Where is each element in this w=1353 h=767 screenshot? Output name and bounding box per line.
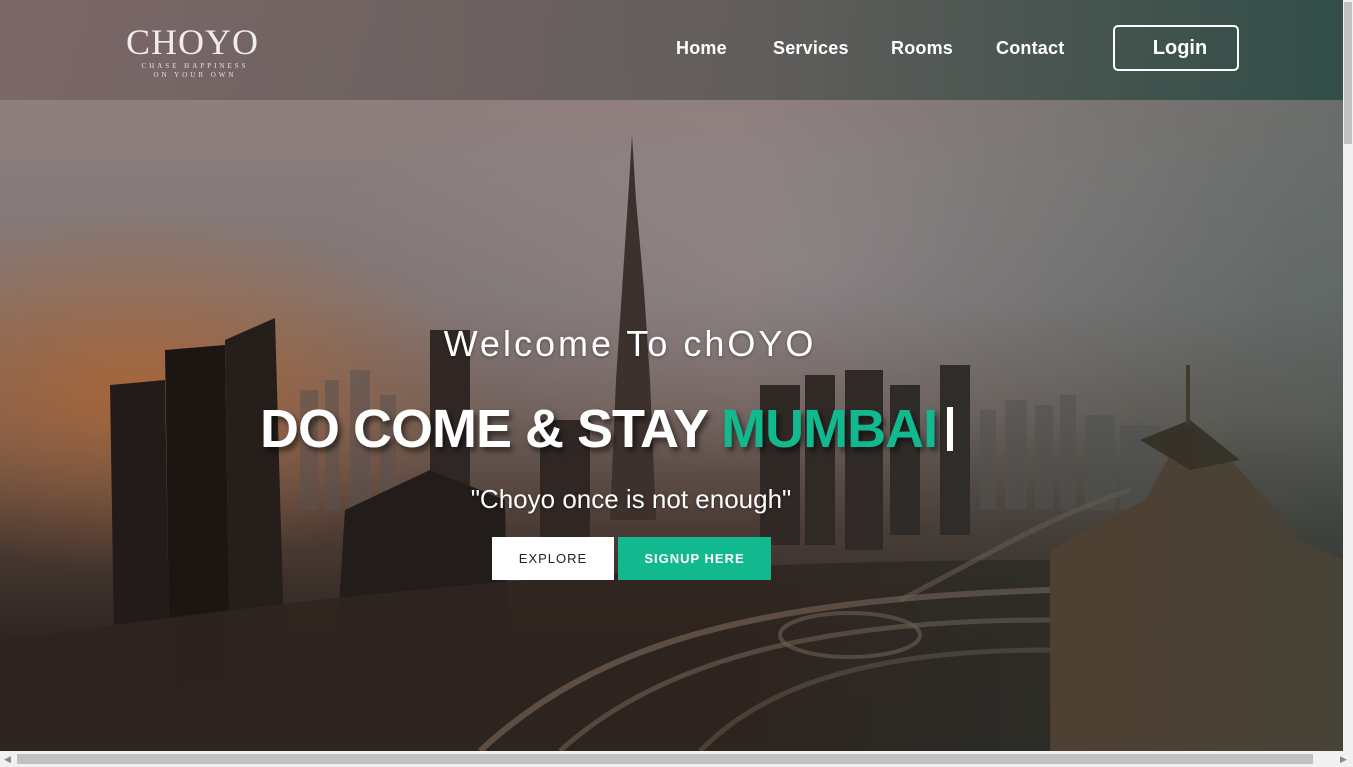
typing-cursor bbox=[947, 407, 954, 451]
horizontal-scrollbar[interactable]: ◀ ▶ bbox=[0, 751, 1353, 767]
logo-tagline-line-1: CHASE HAPPINESS bbox=[141, 62, 249, 70]
site-header: CHOYO CHASE HAPPINESS ON YOUR OWN Home S… bbox=[0, 0, 1343, 100]
headline-prefix: DO COME & STAY bbox=[260, 399, 708, 459]
chevron-right-icon[interactable]: ▶ bbox=[1340, 754, 1347, 764]
headline-city: MUMBAI bbox=[721, 399, 938, 459]
hero-tagline: "Choyo once is not enough" bbox=[470, 484, 792, 514]
welcome-heading: Welcome To chOYO bbox=[443, 323, 817, 364]
nav-services[interactable]: Services bbox=[773, 38, 849, 59]
hero-overlay bbox=[0, 0, 1343, 751]
explore-button[interactable]: EXPLORE bbox=[492, 537, 614, 580]
chevron-left-icon[interactable]: ◀ bbox=[4, 754, 11, 764]
nav-contact[interactable]: Contact bbox=[996, 38, 1064, 59]
login-button[interactable]: Login bbox=[1113, 25, 1239, 71]
signup-button[interactable]: SIGNUP HERE bbox=[618, 537, 771, 580]
nav-rooms[interactable]: Rooms bbox=[891, 38, 953, 59]
vertical-scroll-thumb[interactable] bbox=[1344, 2, 1352, 144]
logo-tagline-line-2: ON YOUR OWN bbox=[153, 71, 237, 79]
nav-home[interactable]: Home bbox=[676, 38, 727, 59]
horizontal-scroll-thumb[interactable] bbox=[17, 754, 1313, 764]
hero-background bbox=[0, 0, 1343, 751]
hero-headline: DO COME & STAY MUMBAI bbox=[260, 398, 954, 460]
vertical-scrollbar[interactable] bbox=[1343, 0, 1353, 751]
city-skyline-image bbox=[0, 135, 1343, 751]
